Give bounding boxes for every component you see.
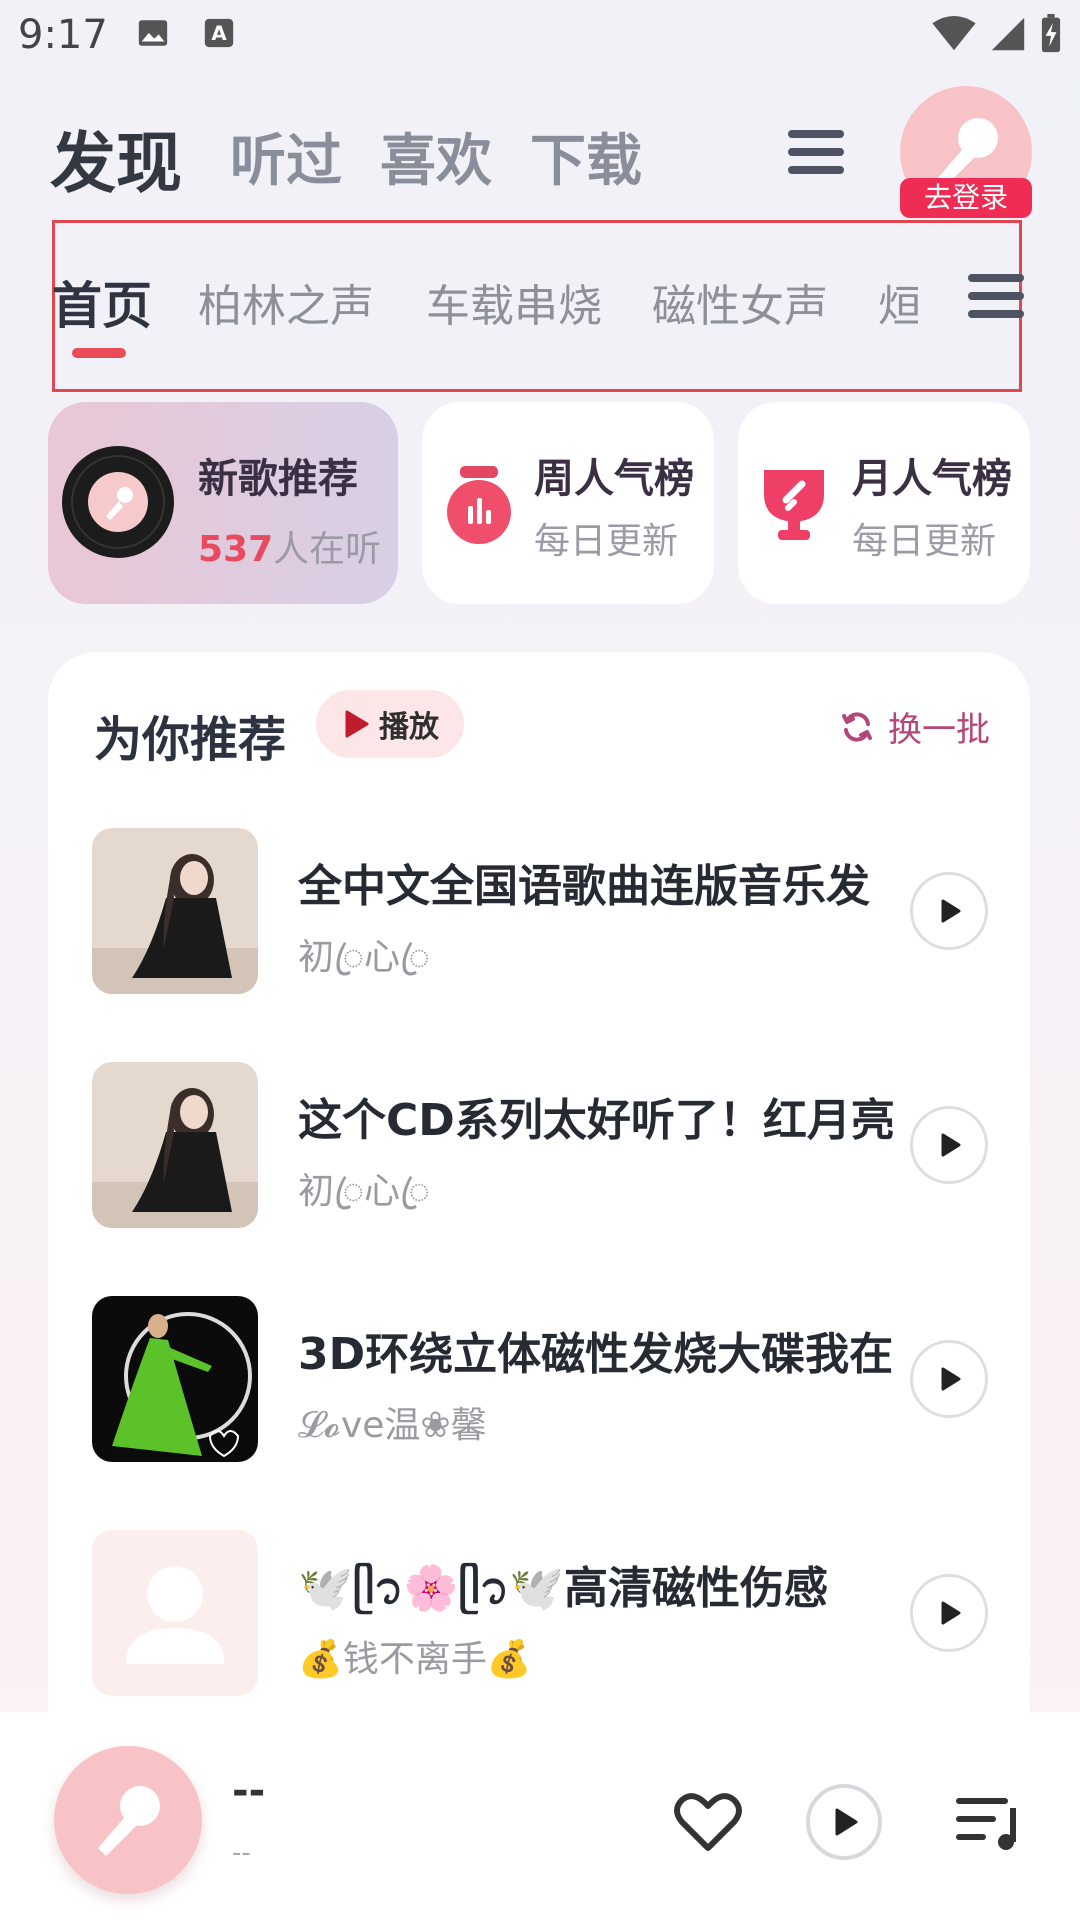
wifi-icon: [932, 16, 976, 51]
weekly-chart-subtitle: 每日更新: [534, 521, 679, 562]
play-icon: [941, 1133, 961, 1157]
weekly-chart-title: 周人气榜: [534, 456, 694, 502]
song-play-button[interactable]: [910, 1106, 988, 1184]
song-row[interactable]: 全中文全国语歌曲连版音乐发 初ꦿ心ꦿ: [92, 828, 992, 998]
monthly-chart-card[interactable]: 月人气榜 每日更新: [738, 402, 1030, 604]
player-song-title: --: [232, 1768, 266, 1814]
play-triangle-icon: [345, 710, 369, 738]
play-all-label: 播放: [379, 710, 439, 745]
song-title: 全中文全国语歌曲连版音乐发: [298, 861, 870, 912]
listener-count: 537人在听: [198, 520, 381, 572]
trophy-icon: [764, 470, 824, 540]
tab-downloads[interactable]: 下载: [530, 116, 642, 197]
category-car-mix[interactable]: 车载串烧: [426, 270, 602, 334]
listener-count-suffix: 人在听: [273, 529, 382, 570]
song-title: 这个CD系列太好听了！红月亮: [298, 1095, 895, 1146]
user-placeholder-icon: [126, 1566, 224, 1664]
menu-icon[interactable]: [788, 130, 844, 174]
listener-count-number: 537: [198, 529, 274, 570]
song-artist: 初ꦿ心ꦿ: [298, 937, 430, 978]
category-home[interactable]: 首页: [52, 266, 152, 338]
song-row[interactable]: 这个CD系列太好听了！红月亮 初ꦿ心ꦿ: [92, 1062, 992, 1232]
monthly-chart-title: 月人气榜: [852, 456, 1012, 502]
playlist-icon[interactable]: [948, 1782, 1028, 1862]
play-all-button[interactable]: 播放: [316, 690, 464, 758]
status-time: 9:17: [18, 12, 108, 58]
play-icon: [941, 1601, 961, 1625]
song-cover-image: [92, 828, 258, 994]
refresh-label: 换一批: [888, 710, 990, 750]
category-magnetic-female[interactable]: 磁性女声: [652, 270, 828, 334]
battery-charging-icon: [1041, 14, 1061, 53]
refresh-button[interactable]: 换一批: [840, 702, 990, 751]
monthly-chart-subtitle: 每日更新: [852, 521, 997, 562]
refresh-icon: [842, 711, 872, 742]
signal-icon: [991, 17, 1025, 51]
player-play-icon[interactable]: [804, 1782, 884, 1862]
tab-discover[interactable]: 发现: [50, 110, 182, 206]
new-songs-card[interactable]: 新歌推荐 537人在听: [48, 402, 398, 604]
new-songs-title: 新歌推荐: [198, 456, 358, 502]
category-berlin-sound[interactable]: 柏林之声: [198, 270, 374, 334]
category-menu-icon[interactable]: [968, 274, 1024, 318]
song-artist: 初ꦿ心ꦿ: [298, 1171, 430, 1212]
song-play-button[interactable]: [910, 872, 988, 950]
player-cover[interactable]: [54, 1746, 202, 1894]
tab-favorites[interactable]: 喜欢: [380, 116, 492, 197]
login-button[interactable]: 去登录: [900, 178, 1032, 218]
song-cover-image: [92, 1062, 258, 1228]
song-cover-placeholder: [92, 1530, 258, 1696]
tab-history[interactable]: 听过: [230, 116, 342, 197]
microphone-icon: [98, 1786, 160, 1856]
gallery-icon: [138, 20, 168, 46]
keyboard-a-icon: A: [204, 18, 234, 48]
category-active-indicator: [72, 348, 126, 358]
player-song-artist: --: [232, 1838, 251, 1868]
song-play-button[interactable]: [910, 1340, 988, 1418]
song-cover-image: [92, 1296, 258, 1462]
song-artist: 𝓛𝓸ve温❀馨: [298, 1405, 487, 1446]
song-artist: 💰钱不离手💰: [298, 1639, 532, 1680]
play-icon: [941, 899, 961, 923]
svg-text:A: A: [211, 22, 227, 45]
song-title: 3D环绕立体磁性发烧大碟我在: [298, 1329, 894, 1380]
song-row[interactable]: 3D环绕立体磁性发烧大碟我在 𝓛𝓸ve温❀馨: [92, 1296, 992, 1466]
play-icon: [941, 1367, 961, 1391]
vinyl-disc-icon: [62, 446, 174, 558]
song-title: 🕊️ᥫ᭡🌸ᥫ᭡🕊️高清磁性伤感: [298, 1563, 828, 1614]
category-more-truncated[interactable]: 烜: [878, 270, 918, 334]
song-play-button[interactable]: [910, 1574, 988, 1652]
song-row[interactable]: 🕊️ᥫ᭡🌸ᥫ᭡🕊️高清磁性伤感 💰钱不离手💰: [92, 1530, 992, 1700]
recommend-title: 为你推荐: [94, 712, 287, 768]
weekly-chart-card[interactable]: 周人气榜 每日更新: [422, 402, 714, 604]
heart-icon[interactable]: [668, 1782, 748, 1862]
weekly-chart-icon: [447, 466, 511, 544]
